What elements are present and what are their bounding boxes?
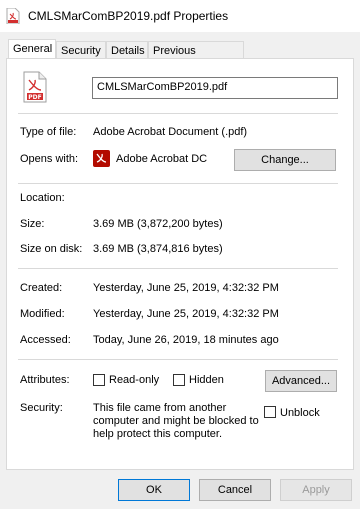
window-title: CMLSMarComBP2019.pdf Properties — [28, 9, 229, 23]
size-label: Size: — [20, 218, 45, 230]
size-on-disk-label: Size on disk: — [20, 243, 83, 255]
security-text-line-3: help protect this computer. — [93, 428, 223, 440]
hidden-checkbox[interactable] — [173, 374, 185, 386]
attributes-label: Attributes: — [20, 374, 70, 386]
modified-label: Modified: — [20, 308, 65, 320]
svg-text:PDF: PDF — [28, 94, 41, 101]
tab-strip: General Security Details Previous Versio… — [0, 32, 360, 75]
modified-value: Yesterday, June 25, 2019, 4:32:32 PM — [93, 308, 279, 320]
unblock-label[interactable]: Unblock — [280, 407, 320, 419]
pdf-file-icon: PDF — [23, 71, 47, 103]
tab-security[interactable]: Security — [56, 41, 106, 59]
unblock-checkbox[interactable] — [264, 406, 276, 418]
separator — [18, 268, 338, 269]
separator — [18, 359, 338, 360]
ok-button[interactable]: OK — [118, 479, 190, 501]
tab-details[interactable]: Details — [106, 41, 148, 59]
separator — [18, 183, 338, 184]
separator — [18, 113, 338, 114]
apply-button[interactable]: Apply — [280, 479, 352, 501]
created-label: Created: — [20, 282, 63, 294]
security-text-line-2: computer and might be blocked to — [93, 415, 259, 427]
type-of-file-value: Adobe Acrobat Document (.pdf) — [93, 126, 248, 138]
accessed-label: Accessed: — [20, 334, 71, 346]
accessed-value: Today, June 26, 2019, 18 minutes ago — [93, 334, 279, 346]
created-value: Yesterday, June 25, 2019, 4:32:32 PM — [93, 282, 279, 294]
security-label: Security: — [20, 402, 63, 414]
tab-general-label: General — [13, 43, 53, 55]
acrobat-icon — [93, 150, 110, 167]
file-name-input[interactable]: CMLSMarComBP2019.pdf — [92, 77, 338, 99]
cancel-button[interactable]: Cancel — [199, 479, 271, 501]
type-of-file-label: Type of file: — [20, 126, 77, 138]
hidden-label[interactable]: Hidden — [189, 374, 224, 386]
opens-with-label: Opens with: — [20, 153, 79, 165]
security-text-line-1: This file came from another — [93, 402, 227, 414]
tab-security-label: Security — [61, 45, 101, 57]
readonly-checkbox[interactable] — [93, 374, 105, 386]
opens-with-value: Adobe Acrobat DC — [116, 153, 208, 165]
change-button[interactable]: Change... — [234, 149, 336, 171]
pdf-file-icon — [6, 7, 20, 25]
size-on-disk-value: 3.69 MB (3,874,816 bytes) — [93, 243, 223, 255]
location-label: Location: — [20, 192, 65, 204]
size-value: 3.69 MB (3,872,200 bytes) — [93, 218, 223, 230]
tab-details-label: Details — [111, 45, 145, 57]
tab-previous-versions[interactable]: Previous Versions — [148, 41, 244, 75]
title-bar: CMLSMarComBP2019.pdf Properties — [0, 0, 360, 32]
advanced-button[interactable]: Advanced... — [265, 370, 337, 392]
tab-general[interactable]: General — [8, 39, 56, 60]
readonly-label[interactable]: Read-only — [109, 374, 159, 386]
